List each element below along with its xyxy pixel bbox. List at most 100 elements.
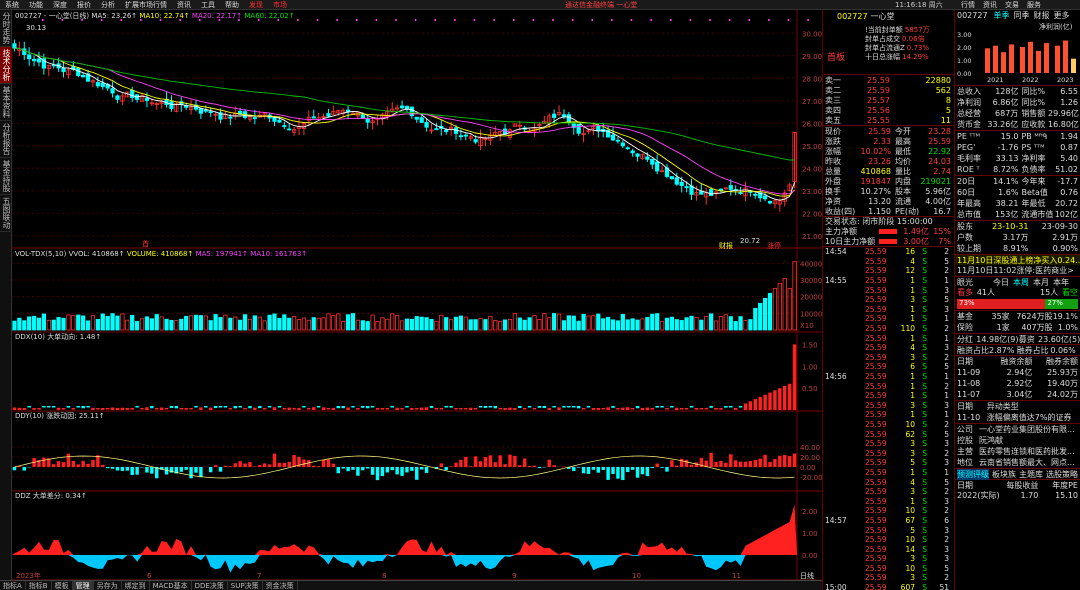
ddx-bar	[616, 408, 620, 410]
indicator-tab[interactable]: 资金决策	[263, 581, 298, 590]
stat-value: 1.150	[868, 206, 891, 216]
menu-item-red[interactable]: 市场	[268, 0, 292, 10]
indicator-tab[interactable]: 模板	[52, 581, 73, 590]
volume-bar	[399, 320, 405, 331]
tick-side: S	[922, 573, 927, 583]
left-tab[interactable]: 基本资料	[0, 84, 12, 121]
ma10-line	[14, 47, 795, 197]
quick-link[interactable]: 选股策略	[1046, 469, 1078, 480]
quick-link[interactable]: 主题库	[1019, 469, 1043, 480]
ddx-bar	[572, 406, 576, 408]
left-tab[interactable]: 技术分析	[0, 47, 12, 84]
ddx-bar	[753, 399, 758, 410]
company-value: 一心堂药业集团股份有限...	[979, 425, 1075, 434]
menu-item[interactable]: 功能	[24, 0, 48, 10]
ddx-bar	[601, 408, 605, 410]
indicator-tab[interactable]: 另存为	[94, 581, 122, 590]
holder-label: 股东	[957, 222, 973, 231]
rp-tab[interactable]: 单季	[994, 10, 1010, 21]
opinion-tab[interactable]: 今日	[993, 277, 1009, 288]
rp-tab[interactable]: 同季	[1014, 10, 1030, 21]
opinion-tab[interactable]: 本周	[1013, 277, 1029, 288]
menu-item[interactable]: 资讯	[172, 0, 196, 10]
ddx-bar	[307, 408, 311, 410]
ddz-axis-label: 1.00	[802, 530, 818, 538]
menu-item[interactable]: 帮助	[220, 0, 244, 10]
tick-volume: 10	[905, 506, 915, 516]
ddy-bar	[596, 467, 601, 473]
menu-item[interactable]: 工具	[196, 0, 220, 10]
signal-marker	[689, 19, 692, 21]
left-tab[interactable]: 基金持股	[0, 158, 12, 195]
ddy-bar	[768, 461, 772, 467]
menu-item[interactable]: 扩展市场行情	[120, 0, 172, 10]
holder-row: 户数 3.17万 2.91万	[955, 232, 1080, 243]
indicator-tab[interactable]: 绑定到	[122, 581, 150, 590]
ddy-bar	[282, 462, 287, 467]
ma20-label: MA20: 22.17↑	[191, 12, 243, 20]
ddx-bar	[503, 408, 507, 410]
top-right-tab[interactable]: 服务	[1023, 0, 1045, 10]
low-price-label: 20.72	[740, 237, 760, 245]
margin-cell: 2.94亿	[1006, 368, 1033, 377]
volume-bar	[291, 316, 297, 331]
stat-value: 25.59	[868, 126, 891, 136]
tick-count: 1	[944, 314, 949, 324]
menu-item[interactable]: 系统	[0, 0, 24, 10]
ddy-bar	[331, 463, 336, 467]
top-right-tab[interactable]: 交易	[1001, 0, 1023, 10]
profit-bar	[1036, 50, 1041, 73]
indicator-tab[interactable]: DDE决策	[192, 581, 228, 590]
left-tab[interactable]: 分时走势	[0, 10, 12, 47]
top-right-tab[interactable]: 资讯	[979, 0, 1001, 10]
quick-link[interactable]: 板块族	[992, 469, 1016, 480]
volume-bar	[478, 318, 483, 331]
ddx-bar	[321, 407, 326, 410]
opinion-tab[interactable]: 本年	[1053, 277, 1069, 288]
ddy-bar	[783, 455, 787, 467]
menu-item-red[interactable]: 发现	[244, 0, 268, 10]
ddy-bar	[91, 459, 95, 467]
flow-bar	[879, 228, 897, 234]
margin-cell: 11-09	[957, 368, 981, 377]
indicator-tab[interactable]: 管理	[72, 581, 94, 590]
menu-item[interactable]: 报价	[72, 0, 96, 10]
indicator-tab[interactable]: 指标A	[0, 581, 26, 590]
news-link[interactable]: 11月10日深股通上榜净买入0.24...	[955, 254, 1080, 265]
ddy-bar	[488, 455, 493, 467]
tick-volume: 1	[910, 372, 915, 382]
company-info: 公司 一心堂药业集团股份有限... 控股 阮鸿献 主营 医药零售连锁和医药批发... 地位云…	[955, 423, 1080, 468]
menu-item[interactable]: 分析	[96, 0, 120, 10]
indicator-tab[interactable]: MACD基本	[150, 581, 192, 590]
ddx-bar	[282, 408, 287, 410]
news-link[interactable]: 11月10日11:02涨停:医药商业>	[955, 265, 1080, 276]
ddy-bar	[101, 464, 105, 467]
left-tab[interactable]: 五图联动	[0, 195, 12, 232]
volume-bar	[699, 319, 704, 331]
menu-item[interactable]: 深度	[48, 0, 72, 10]
ma20-line	[14, 47, 795, 195]
eps-row: 2022(实际) 1.70 15.10	[955, 490, 1080, 501]
ddy-bar	[56, 461, 61, 467]
ddy-bar	[493, 462, 497, 467]
candle-body	[650, 158, 655, 165]
quick-link[interactable]: 预测评级	[957, 468, 989, 480]
rp-tab[interactable]: 更多	[1054, 10, 1070, 21]
volume-bar	[360, 320, 365, 331]
left-tab[interactable]: 分析报告	[0, 121, 12, 158]
tick-count: 6	[944, 515, 949, 525]
volume-bar	[385, 318, 390, 331]
kline-chart-area[interactable]: 30.00 29.00 28.00 27.00 26.00 25.00 24.00 23.00…	[12, 10, 823, 581]
indicator-tab[interactable]: SUP决策	[228, 581, 263, 590]
indicator-tab[interactable]: 指标B	[26, 581, 52, 590]
rp-tab[interactable]: 财报	[1034, 10, 1050, 21]
volume-bar	[375, 321, 380, 331]
margin-row: 融资占比 2.87% 融券占比 0.06%	[955, 344, 1080, 355]
tick-row: 25.59 1 S 3	[823, 305, 954, 315]
opinion-tab[interactable]: 本月	[1033, 277, 1049, 288]
top-right-tab[interactable]: 行情	[957, 0, 979, 10]
rp-row: 毛利率 33.13 净利率 5.40	[955, 153, 1080, 164]
tick-row: 25.59 3 S 3	[823, 401, 954, 411]
tick-row: 25.59 62 S 5	[823, 429, 954, 439]
period-label[interactable]: 日线	[800, 571, 814, 580]
